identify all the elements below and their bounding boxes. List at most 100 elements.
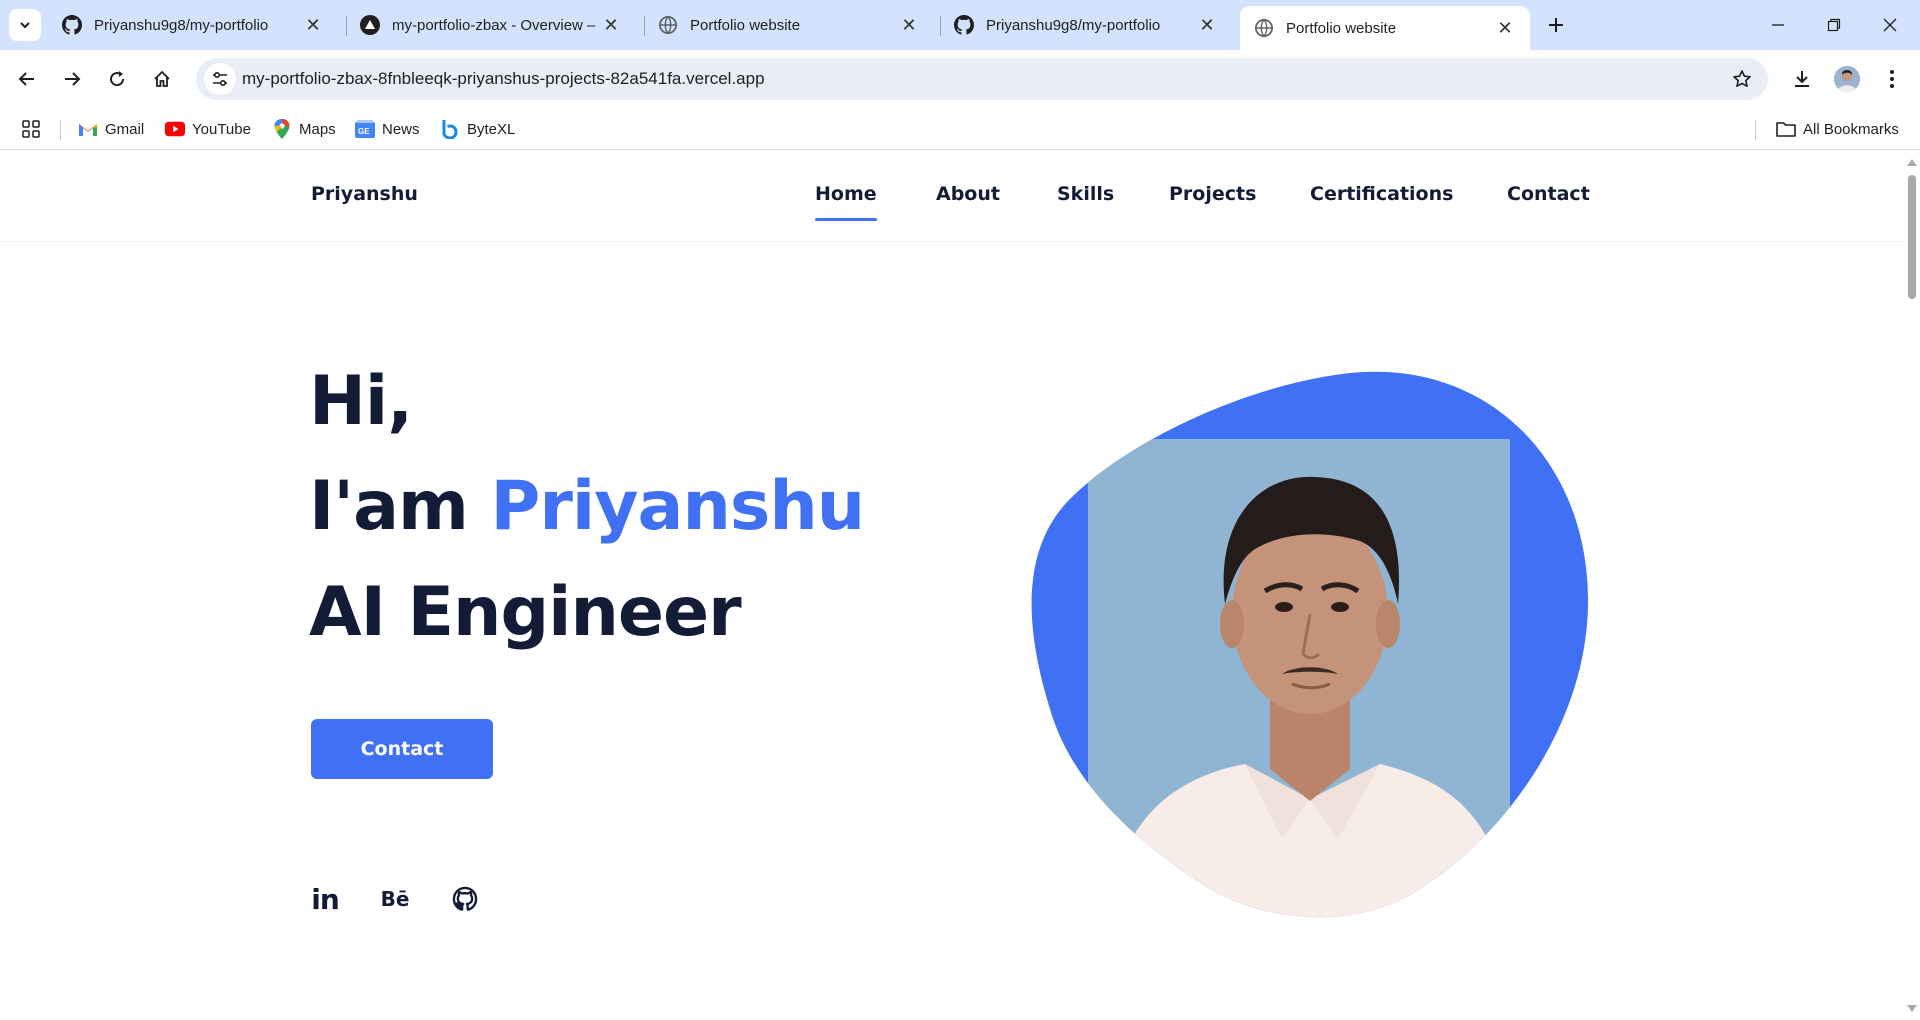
profile-image-blob bbox=[1020, 369, 1590, 923]
address-bar[interactable]: my-portfolio-zbax-8fnbleeqk-priyanshus-p… bbox=[196, 58, 1768, 100]
vercel-icon bbox=[360, 15, 380, 35]
chevron-down-icon bbox=[20, 22, 30, 29]
home-button[interactable] bbox=[145, 62, 179, 96]
bookmark-label: Gmail bbox=[105, 120, 145, 138]
tune-icon bbox=[213, 71, 227, 87]
tab-strip: Priyanshu9g8/my-portfolio ✕ my-portfolio… bbox=[0, 0, 1920, 50]
all-bookmarks-button[interactable]: All Bookmarks bbox=[1776, 117, 1899, 141]
tab-title: Portfolio website bbox=[1286, 19, 1397, 37]
globe-icon bbox=[658, 15, 678, 35]
scroll-up-icon[interactable] bbox=[1907, 157, 1917, 167]
github-link[interactable] bbox=[447, 881, 483, 917]
tab-github-1[interactable]: Priyanshu9g8/my-portfolio ✕ bbox=[48, 6, 338, 44]
close-icon[interactable]: ✕ bbox=[898, 14, 920, 36]
tab-title: Priyanshu9g8/my-portfolio bbox=[986, 16, 1161, 34]
bookmark-star-button[interactable] bbox=[1730, 67, 1754, 91]
folder-icon bbox=[1776, 120, 1796, 138]
tab-portfolio-1[interactable]: Portfolio website ✕ bbox=[644, 6, 934, 44]
tab-title: Priyanshu9g8/my-portfolio bbox=[94, 16, 269, 34]
youtube-icon bbox=[165, 120, 185, 138]
url-text[interactable]: my-portfolio-zbax-8fnbleeqk-priyanshus-p… bbox=[242, 69, 765, 89]
avatar bbox=[1834, 66, 1860, 92]
bookmark-youtube[interactable]: YouTube bbox=[165, 117, 251, 141]
news-icon: GE bbox=[355, 120, 375, 138]
bookmark-gmail[interactable]: Gmail bbox=[78, 117, 144, 141]
site-brand[interactable]: Priyanshu bbox=[311, 183, 418, 205]
arrow-left-icon bbox=[18, 72, 34, 86]
reload-icon bbox=[110, 71, 125, 87]
github-icon bbox=[62, 15, 82, 35]
bookmarks-bar: Gmail YouTube Maps GE News ByteXL All Bo… bbox=[0, 108, 1920, 150]
apps-grid-icon bbox=[22, 120, 40, 138]
hero-intro: I'am Priyanshu bbox=[309, 467, 866, 546]
close-icon[interactable]: ✕ bbox=[600, 14, 622, 36]
plus-icon bbox=[1549, 18, 1563, 32]
forward-button[interactable] bbox=[55, 62, 89, 96]
bookmark-divider bbox=[1755, 120, 1756, 140]
hero-intro-prefix: I'am bbox=[309, 467, 491, 546]
bookmark-bytexl[interactable]: ByteXL bbox=[440, 117, 515, 141]
close-icon bbox=[1883, 18, 1897, 32]
close-icon[interactable]: ✕ bbox=[1494, 17, 1516, 39]
maps-icon bbox=[272, 119, 292, 139]
nav-projects[interactable]: Projects bbox=[1169, 183, 1256, 205]
nav-about[interactable]: About bbox=[936, 183, 1000, 205]
behance-link[interactable]: Bē bbox=[377, 881, 413, 917]
globe-icon bbox=[1254, 18, 1274, 38]
tab-title: my-portfolio-zbax - Overview – bbox=[392, 16, 596, 34]
more-vert-icon bbox=[1890, 70, 1894, 88]
close-window-button[interactable] bbox=[1862, 0, 1918, 50]
nav-certifications[interactable]: Certifications bbox=[1310, 183, 1453, 205]
bookmark-news[interactable]: GE News bbox=[355, 117, 420, 141]
download-icon bbox=[1795, 71, 1809, 87]
downloads-button[interactable] bbox=[1785, 62, 1819, 96]
linkedin-link[interactable]: in bbox=[307, 881, 343, 917]
bookmark-divider bbox=[60, 120, 61, 140]
github-icon bbox=[452, 886, 478, 911]
minimize-icon bbox=[1772, 24, 1784, 26]
tab-title: Portfolio website bbox=[690, 16, 801, 34]
back-button[interactable] bbox=[10, 62, 44, 96]
close-icon[interactable]: ✕ bbox=[1196, 14, 1218, 36]
tab-github-2[interactable]: Priyanshu9g8/my-portfolio ✕ bbox=[940, 6, 1232, 44]
scroll-down-icon[interactable] bbox=[1907, 1004, 1917, 1014]
nav-home[interactable]: Home bbox=[815, 183, 877, 221]
star-icon bbox=[1733, 70, 1751, 87]
restore-button[interactable] bbox=[1806, 0, 1862, 50]
hero-role: AI Engineer bbox=[309, 573, 742, 652]
scrollbar-thumb[interactable] bbox=[1908, 175, 1916, 299]
github-icon bbox=[954, 15, 974, 35]
tab-vercel[interactable]: my-portfolio-zbax - Overview – ✕ bbox=[346, 6, 636, 44]
page-viewport: Priyanshu Home About Skills Projects Cer… bbox=[0, 151, 1904, 1020]
tab-search-button[interactable] bbox=[9, 9, 41, 41]
bookmark-label: YouTube bbox=[192, 120, 251, 138]
bookmark-label: Maps bbox=[299, 120, 336, 138]
close-icon[interactable]: ✕ bbox=[302, 14, 324, 36]
all-bookmarks-label: All Bookmarks bbox=[1803, 120, 1899, 138]
svg-text:GE: GE bbox=[358, 127, 370, 136]
minimize-button[interactable] bbox=[1750, 0, 1806, 50]
site-info-button[interactable] bbox=[204, 63, 236, 95]
gmail-icon bbox=[78, 120, 98, 138]
bookmark-label: News bbox=[382, 120, 420, 138]
arrow-right-icon bbox=[65, 72, 81, 86]
apps-button[interactable] bbox=[22, 117, 40, 141]
home-icon bbox=[154, 70, 170, 87]
bytexl-icon bbox=[440, 120, 460, 139]
bookmark-label: ByteXL bbox=[467, 120, 516, 138]
behance-icon: Bē bbox=[380, 887, 410, 911]
bookmark-maps[interactable]: Maps bbox=[272, 117, 336, 141]
profile-button[interactable] bbox=[1830, 62, 1864, 96]
browser-menu-button[interactable] bbox=[1875, 62, 1909, 96]
tab-portfolio-active[interactable]: Portfolio website ✕ bbox=[1240, 6, 1530, 50]
reload-button[interactable] bbox=[100, 62, 134, 96]
new-tab-button[interactable] bbox=[1542, 11, 1570, 39]
contact-button[interactable]: Contact bbox=[311, 719, 493, 779]
hero-greeting: Hi, bbox=[309, 362, 413, 441]
nav-skills[interactable]: Skills bbox=[1057, 183, 1114, 205]
hero-name: Priyanshu bbox=[490, 467, 866, 546]
nav-contact[interactable]: Contact bbox=[1507, 183, 1590, 205]
page-scrollbar[interactable] bbox=[1904, 151, 1920, 1020]
site-header: Priyanshu Home About Skills Projects Cer… bbox=[0, 151, 1904, 242]
browser-toolbar: my-portfolio-zbax-8fnbleeqk-priyanshus-p… bbox=[0, 50, 1920, 108]
